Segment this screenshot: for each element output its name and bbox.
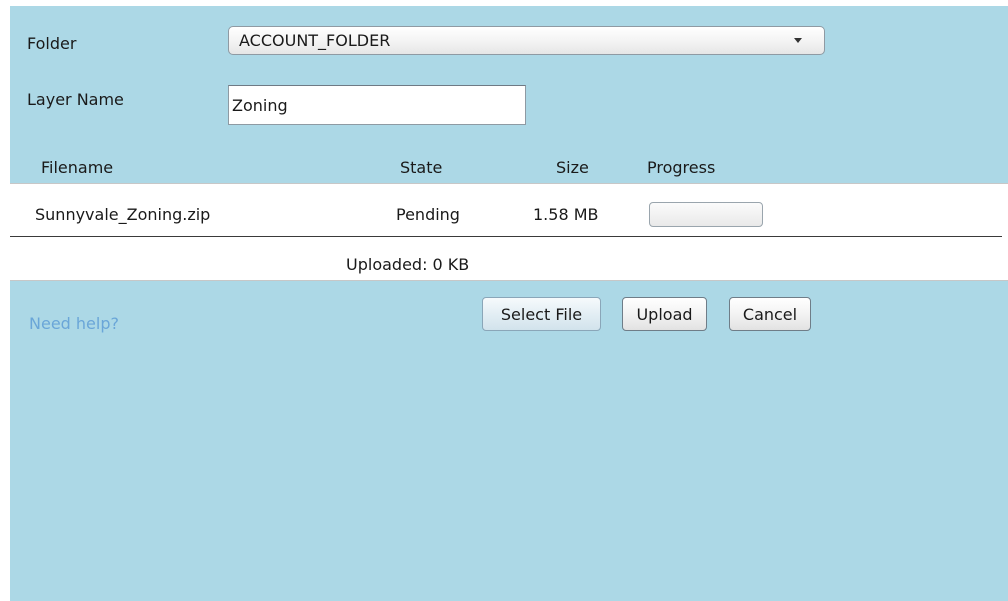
upload-panel: Folder ACCOUNT_FOLDER Layer Name Filenam… bbox=[10, 6, 1008, 601]
file-list bbox=[10, 183, 1008, 281]
layer-name-label: Layer Name bbox=[27, 90, 124, 109]
column-header-progress: Progress bbox=[647, 158, 716, 177]
folder-select[interactable]: ACCOUNT_FOLDER bbox=[228, 26, 825, 55]
column-header-size: Size bbox=[556, 158, 589, 177]
chevron-down-icon bbox=[794, 38, 802, 43]
file-name-cell: Sunnyvale_Zoning.zip bbox=[35, 205, 211, 224]
folder-label: Folder bbox=[27, 34, 77, 53]
layer-name-input[interactable] bbox=[228, 85, 526, 125]
file-size-cell: 1.58 MB bbox=[533, 205, 599, 224]
cancel-button[interactable]: Cancel bbox=[729, 297, 811, 331]
row-divider bbox=[10, 236, 1002, 237]
upload-button[interactable]: Upload bbox=[622, 297, 707, 331]
select-file-button[interactable]: Select File bbox=[482, 297, 601, 331]
column-header-state: State bbox=[400, 158, 443, 177]
folder-select-value: ACCOUNT_FOLDER bbox=[239, 31, 391, 50]
upload-progress-bar bbox=[649, 202, 763, 227]
need-help-link[interactable]: Need help? bbox=[29, 314, 119, 333]
file-state-cell: Pending bbox=[396, 205, 460, 224]
column-header-filename: Filename bbox=[41, 158, 114, 177]
uploaded-summary: Uploaded: 0 KB bbox=[346, 255, 470, 274]
